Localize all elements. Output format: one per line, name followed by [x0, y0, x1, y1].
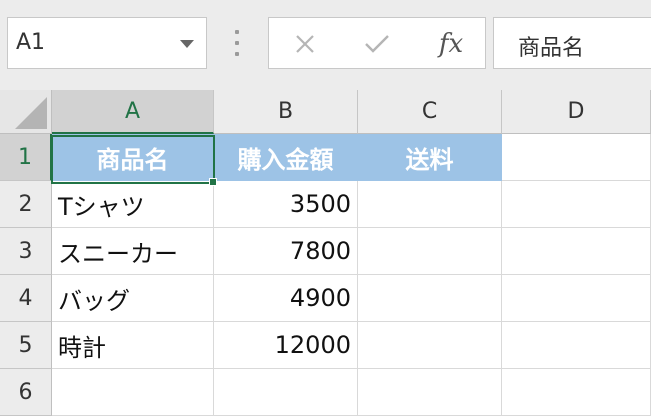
cell-a6[interactable] [52, 369, 214, 416]
formula-input[interactable]: 商品名 [493, 17, 651, 69]
column-header-c[interactable]: C [358, 90, 502, 134]
chevron-down-icon[interactable] [180, 40, 194, 48]
fill-handle[interactable] [209, 178, 217, 186]
cell-d6[interactable] [502, 369, 651, 416]
cell-c3[interactable] [358, 228, 502, 275]
row-header-4[interactable]: 4 [0, 275, 52, 322]
name-box-value: A1 [16, 30, 46, 55]
insert-function-button[interactable]: fx [435, 28, 467, 60]
row-header-6[interactable]: 6 [0, 369, 52, 416]
name-box[interactable]: A1 [7, 17, 207, 69]
select-all-button[interactable] [0, 90, 52, 134]
cell-a3[interactable]: スニーカー [52, 228, 214, 275]
cell-c5[interactable] [358, 322, 502, 369]
check-icon [365, 35, 389, 53]
cell-b1[interactable]: 購入金額 [214, 134, 358, 181]
formula-toolbar: A1 fx 商品名 [0, 0, 651, 90]
cell-d3[interactable] [502, 228, 651, 275]
row-header-1[interactable]: 1 [0, 134, 52, 181]
column-header-b[interactable]: B [214, 90, 358, 134]
cell-a2[interactable]: Tシャツ [52, 181, 214, 228]
cell-a5[interactable]: 時計 [52, 322, 214, 369]
cell-c6[interactable] [358, 369, 502, 416]
column-header-a[interactable]: A [52, 90, 214, 134]
drag-handle-icon[interactable] [234, 30, 240, 56]
cell-b6[interactable] [214, 369, 358, 416]
cell-a4[interactable]: バッグ [52, 275, 214, 322]
cell-b3[interactable]: 7800 [214, 228, 358, 275]
cell-d5[interactable] [502, 322, 651, 369]
cell-c1[interactable]: 送料 [358, 134, 502, 181]
cell-c2[interactable] [358, 181, 502, 228]
cell-d2[interactable] [502, 181, 651, 228]
fx-icon: fx [438, 29, 464, 59]
row-header-2[interactable]: 2 [0, 181, 52, 228]
cell-d1[interactable] [502, 134, 651, 181]
cell-b4[interactable]: 4900 [214, 275, 358, 322]
row-header-3[interactable]: 3 [0, 228, 52, 275]
spreadsheet-grid: A B C D 1 2 3 4 5 6 商品名 購入金額 送料 Tシャツ 350… [0, 90, 651, 416]
formula-buttons: fx [268, 17, 486, 69]
cell-a1[interactable]: 商品名 [52, 134, 214, 181]
cell-b5[interactable]: 12000 [214, 322, 358, 369]
row-header-5[interactable]: 5 [0, 322, 52, 369]
cell-c4[interactable] [358, 275, 502, 322]
enter-button[interactable] [361, 28, 393, 60]
formula-value: 商品名 [518, 36, 585, 61]
select-all-triangle-icon [15, 97, 47, 129]
cell-d4[interactable] [502, 275, 651, 322]
cancel-button[interactable] [289, 28, 321, 60]
column-header-d[interactable]: D [502, 90, 651, 134]
cell-b2[interactable]: 3500 [214, 181, 358, 228]
x-icon [296, 35, 314, 53]
